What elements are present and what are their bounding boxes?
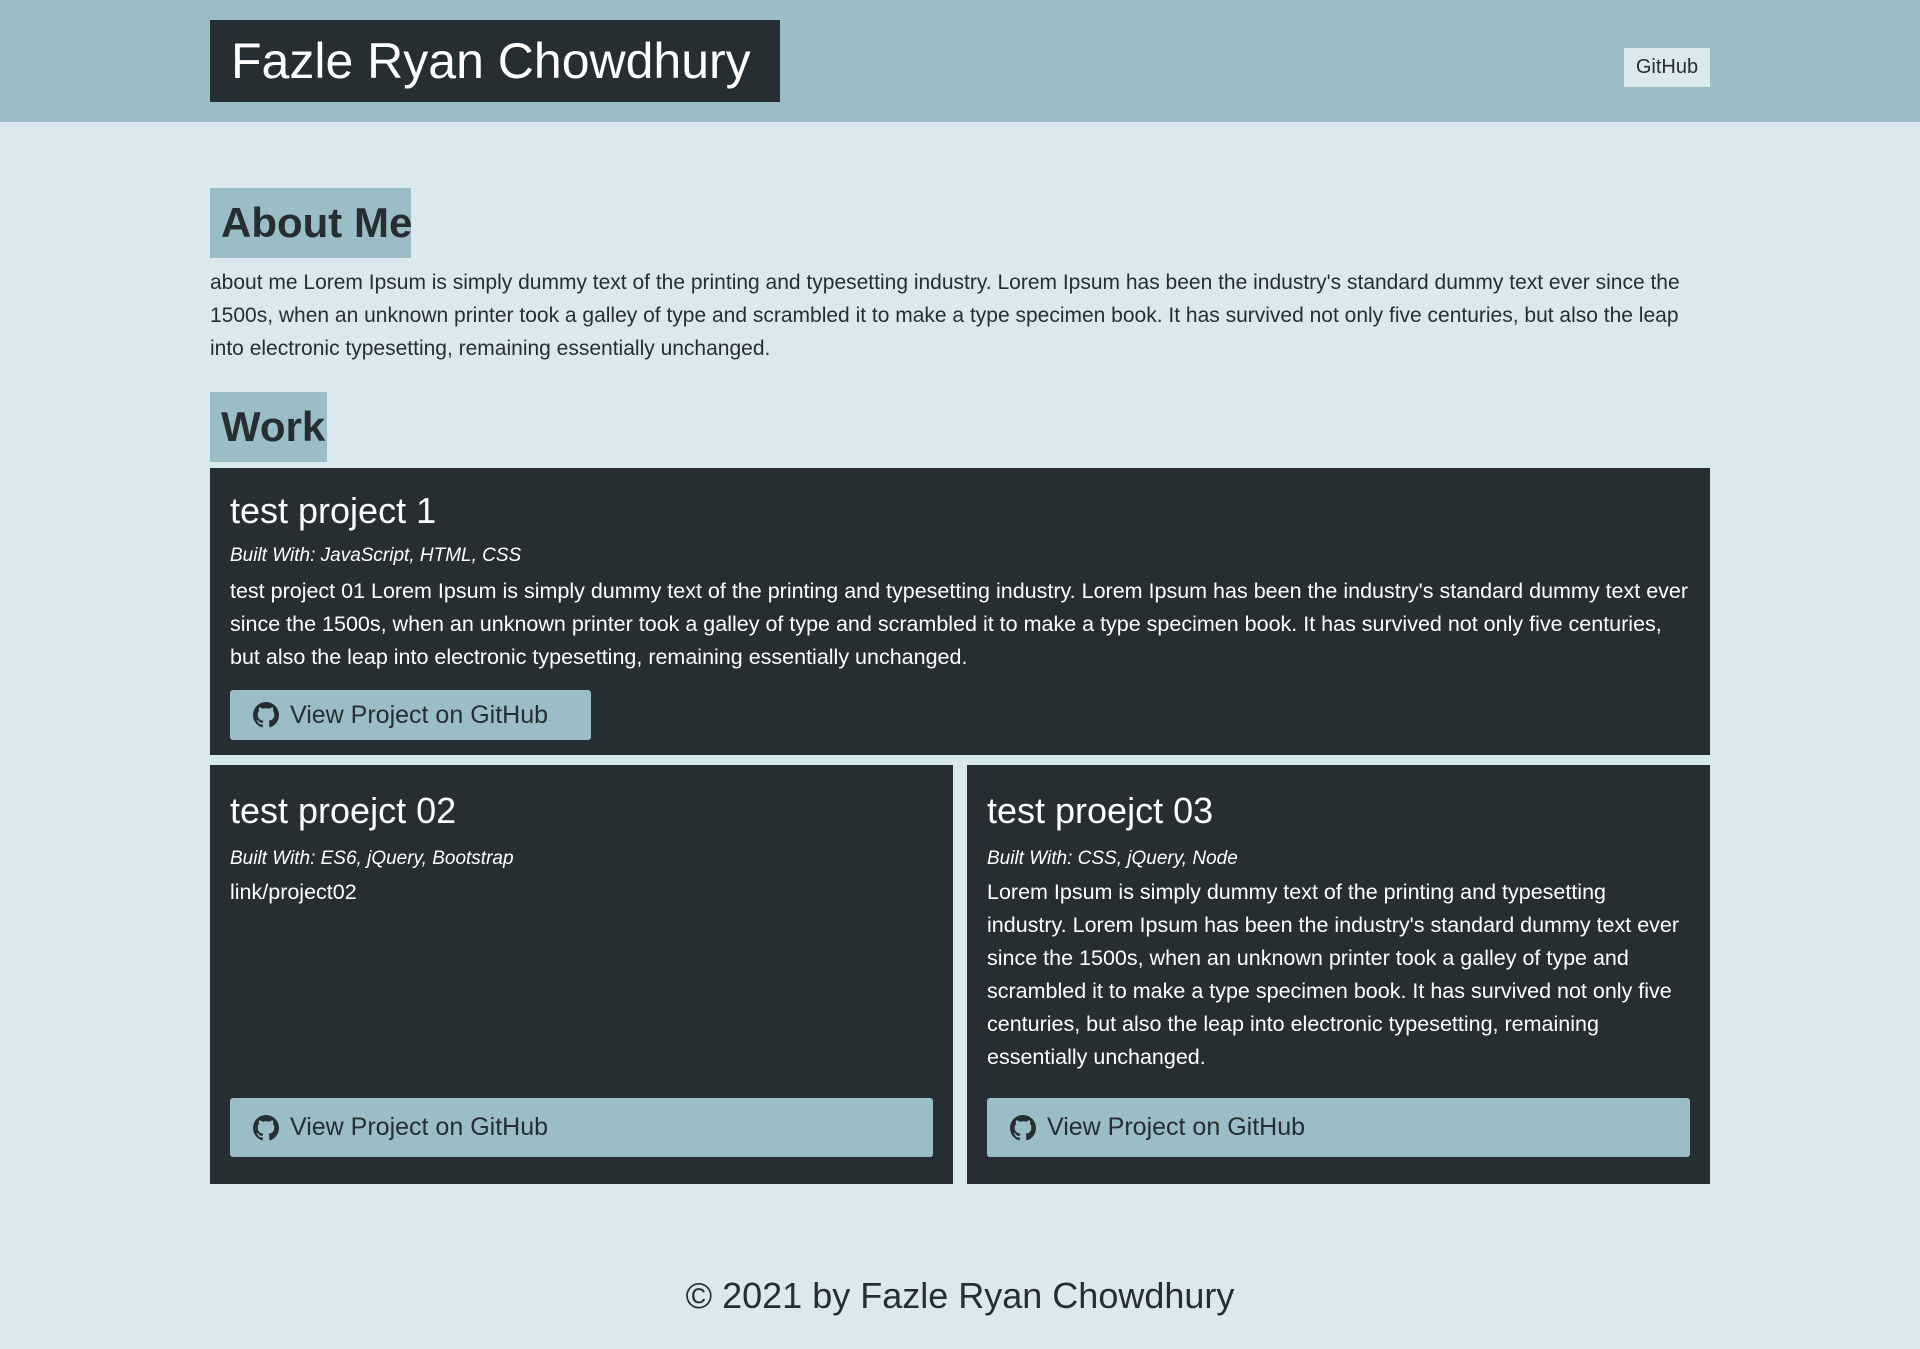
project-built-with: Built With: ES6, jQuery, Bootstrap	[230, 848, 514, 869]
project-description: Lorem Ipsum is simply dummy text of the …	[987, 880, 1680, 1069]
github-icon	[253, 1114, 279, 1140]
view-project-github-button[interactable]: View Project on GitHub	[230, 690, 591, 740]
project-title: test proejct 03	[987, 790, 1214, 831]
button-label: View Project on GitHub	[1047, 1113, 1305, 1141]
project-built-with: Built With: CSS, jQuery, Node	[987, 848, 1238, 869]
project-description: test project 01 Lorem Ipsum is simply du…	[230, 579, 1689, 669]
site-header: Fazle Ryan Chowdhury GitHub	[0, 0, 1920, 122]
project-title: test project 1	[230, 490, 437, 531]
github-icon	[253, 702, 279, 728]
view-project-github-button[interactable]: View Project on GitHub	[987, 1098, 1690, 1157]
github-icon	[1010, 1114, 1036, 1140]
work-heading: Work	[210, 392, 327, 462]
project-card-3: test proejct 03 Built With: CSS, jQuery,…	[967, 765, 1710, 1184]
button-label: View Project on GitHub	[290, 1113, 548, 1141]
site-title: Fazle Ryan Chowdhury	[210, 20, 780, 102]
project-card-1: test project 1 Built With: JavaScript, H…	[210, 468, 1710, 755]
project-card-2: test proejct 02 Built With: ES6, jQuery,…	[210, 765, 953, 1184]
view-project-github-button[interactable]: View Project on GitHub	[230, 1098, 933, 1157]
project-built-with: Built With: JavaScript, HTML, CSS	[230, 545, 522, 566]
about-heading: About Me	[210, 188, 412, 258]
button-label: View Project on GitHub	[290, 701, 548, 729]
site-footer: © 2021 by Fazle Ryan Chowdhury	[0, 1275, 1920, 1317]
footer-copyright: © 2021 by Fazle Ryan Chowdhury	[685, 1275, 1235, 1316]
project-description: link/project02	[230, 880, 357, 904]
about-text: about me Lorem Ipsum is simply dummy tex…	[210, 271, 1680, 360]
project-title: test proejct 02	[230, 790, 457, 831]
nav-github-link[interactable]: GitHub	[1624, 48, 1710, 87]
